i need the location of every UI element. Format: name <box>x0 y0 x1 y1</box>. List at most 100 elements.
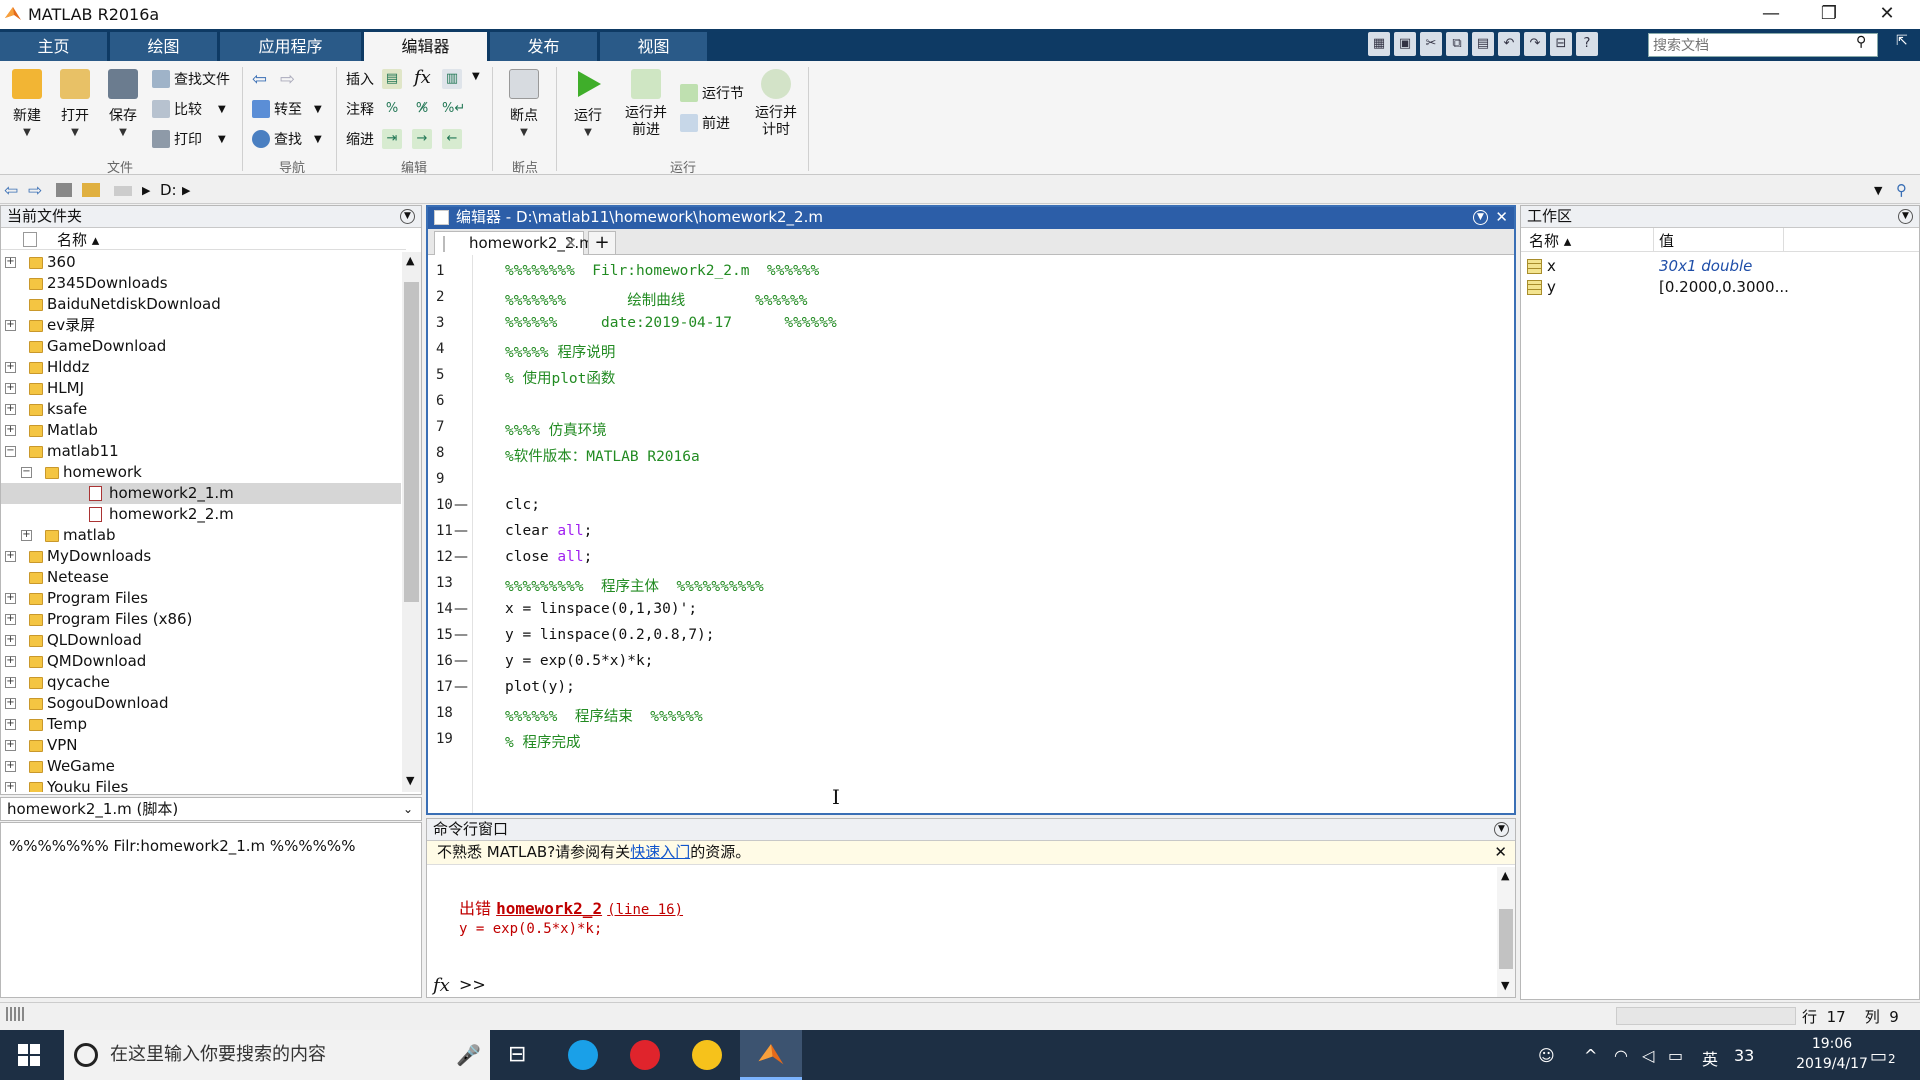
tab-apps[interactable]: 应用程序 <box>220 32 362 61</box>
tab-view[interactable]: 视图 <box>600 32 708 61</box>
editor-menu-icon[interactable]: ▼ <box>1473 210 1488 225</box>
find-files-button[interactable]: 查找文件 <box>152 69 230 89</box>
ime-indicator[interactable]: 英 <box>1702 1046 1718 1070</box>
save-icon[interactable]: ▣ <box>1394 32 1416 56</box>
netease-music-icon[interactable] <box>630 1040 660 1070</box>
fx-icon[interactable]: fx <box>414 67 431 88</box>
expand-icon[interactable]: + <box>5 740 16 751</box>
breakpoint-marker[interactable]: — <box>454 549 468 565</box>
windows-start-icon[interactable] <box>18 1044 40 1066</box>
code-line[interactable]: %%%% 仿真环境 <box>505 419 607 440</box>
expand-icon[interactable]: + <box>5 614 16 625</box>
smart-indent-icon[interactable]: ⇥ <box>382 129 402 149</box>
help-icon[interactable]: ? <box>1576 32 1598 56</box>
search-documentation-input[interactable] <box>1648 33 1878 57</box>
cut-icon[interactable]: ✂ <box>1420 32 1442 56</box>
command-prompt[interactable]: >> <box>459 975 486 994</box>
folder-item[interactable]: + Program Files (x86) <box>1 609 401 630</box>
folder-item[interactable]: GameDownload <box>1 336 401 357</box>
file-tab[interactable]: homework2_2.m ✕ <box>434 231 594 255</box>
expand-icon[interactable]: + <box>5 425 16 436</box>
run-button[interactable]: 运行 ▼ <box>566 69 610 138</box>
folder-item[interactable]: + qycache <box>1 672 401 693</box>
tab-editor[interactable]: 编辑器 <box>364 32 488 61</box>
workspace-variable-row[interactable]: x 30x1 double <box>1521 256 1919 277</box>
folder-item[interactable]: 2345Downloads <box>1 273 401 294</box>
folder-item[interactable]: + HLMJ <box>1 378 401 399</box>
error-line-link[interactable]: (line 16) <box>607 902 683 918</box>
tab-publish[interactable]: 发布 <box>490 32 598 61</box>
save-button[interactable]: 保存 ▼ <box>104 69 142 138</box>
comment-button[interactable]: 注释 <box>346 99 374 119</box>
chevron-down-icon[interactable]: ⌄ <box>403 798 413 820</box>
collapse-icon[interactable]: − <box>5 446 16 457</box>
code-line[interactable]: %%%%%%%%% 程序主体 %%%%%%%%%% <box>505 575 764 596</box>
battery-icon[interactable]: ▭ <box>1668 1046 1683 1065</box>
folder-item[interactable]: BaiduNetdiskDownload <box>1 294 401 315</box>
collapse-icon[interactable]: − <box>21 467 32 478</box>
insert-button[interactable]: 插入 <box>346 69 374 89</box>
wrap-comment-icon[interactable]: %↵ <box>442 99 465 119</box>
run-and-time-button[interactable]: 运行并 计时 <box>752 69 800 139</box>
expand-icon[interactable]: + <box>5 320 16 331</box>
goto-button[interactable]: 转至 ▼ <box>252 99 322 119</box>
layout-icon[interactable]: ▦ <box>1368 32 1390 56</box>
browser-icon[interactable] <box>568 1040 598 1070</box>
insert-section-icon[interactable]: ▤ <box>382 69 402 89</box>
scroll-up-icon[interactable]: ▲ <box>1501 869 1509 882</box>
folder-item[interactable]: + QLDownload <box>1 630 401 651</box>
new-tab-button[interactable]: + <box>588 231 616 255</box>
chevron-right-icon[interactable]: ▶ <box>182 184 190 197</box>
breakpoint-marker[interactable]: — <box>454 679 468 695</box>
back-icon[interactable]: ⇦ <box>4 181 18 201</box>
code-line[interactable]: clear all; <box>505 523 592 539</box>
panel-menu-icon[interactable]: ▼ <box>1898 209 1913 224</box>
close-window-button[interactable]: ✕ <box>1858 0 1916 29</box>
security-app-icon[interactable] <box>692 1040 722 1070</box>
microphone-icon[interactable]: 🎤 <box>456 1030 481 1080</box>
code-line[interactable]: %软件版本：MATLAB R2016a <box>505 445 700 466</box>
open-button[interactable]: 打开 ▼ <box>56 69 94 138</box>
breakpoint-marker[interactable]: — <box>454 497 468 513</box>
folder-column-header[interactable]: 名称 ▴ <box>1 228 406 250</box>
run-and-advance-button[interactable]: 运行并 前进 <box>622 69 670 139</box>
folder-item[interactable]: +360 <box>1 252 401 273</box>
copy-icon[interactable]: ⧉ <box>1446 32 1468 56</box>
folder-item[interactable]: Netease <box>1 567 401 588</box>
code-area[interactable]: %%%%%%%% Filr:homework2_2.m %%%%%%%%%%%%… <box>472 255 1472 813</box>
find-button[interactable]: 查找 ▼ <box>252 129 322 149</box>
browse-folder-icon[interactable] <box>82 183 100 197</box>
details-header[interactable]: homework2_1.m (脚本) ⌄ <box>0 797 422 821</box>
code-line[interactable]: %%%%%% date:2019-04-17 %%%%%% <box>505 315 837 331</box>
show-hidden-icons[interactable]: ^ <box>1584 1046 1597 1065</box>
file-item[interactable]: homework2_1.m <box>1 483 401 504</box>
up-folder-icon[interactable] <box>56 183 72 197</box>
compare-button[interactable]: 比较 ▼ <box>152 99 226 119</box>
path-drive[interactable]: D: <box>160 181 177 199</box>
folder-item[interactable]: + Hlddz <box>1 357 401 378</box>
quick-start-link[interactable]: 快速入门 <box>630 843 690 861</box>
scroll-up-icon[interactable]: ▲ <box>406 254 414 267</box>
expand-icon[interactable]: + <box>5 383 16 394</box>
folder-item[interactable]: + Matlab <box>1 420 401 441</box>
chevron-down-icon[interactable]: ▼ <box>1874 184 1882 197</box>
folder-item[interactable]: + ev录屏 <box>1 315 401 336</box>
code-line[interactable]: x = linspace(0,1,30)'; <box>505 601 697 617</box>
print-button[interactable]: 打印 ▼ <box>152 129 226 149</box>
advance-button[interactable]: 前进 <box>680 113 730 133</box>
name-column-header[interactable]: 名称 ▴ <box>1529 230 1571 251</box>
file-item[interactable]: homework2_2.m <box>1 504 401 525</box>
expand-icon[interactable]: + <box>5 635 16 646</box>
error-file-link[interactable]: homework2_2 <box>496 899 602 918</box>
action-center-icon[interactable]: ▭ <box>1870 1046 1887 1067</box>
tab-plots[interactable]: 绘图 <box>110 32 218 61</box>
close-notice-icon[interactable]: ✕ <box>1494 841 1507 864</box>
folder-item[interactable]: + VPN <box>1 735 401 756</box>
code-line[interactable]: close all; <box>505 549 592 565</box>
percent-icon[interactable]: % <box>382 99 402 119</box>
matlab-taskbar-button[interactable] <box>740 1030 802 1080</box>
scroll-down-icon[interactable]: ▼ <box>1501 979 1509 992</box>
code-line[interactable]: %%%%%%%% Filr:homework2_2.m %%%%%% <box>505 263 819 279</box>
folder-scrollbar[interactable]: ▲ ▼ <box>402 252 421 792</box>
chart-icon[interactable]: ▥ <box>442 69 462 89</box>
